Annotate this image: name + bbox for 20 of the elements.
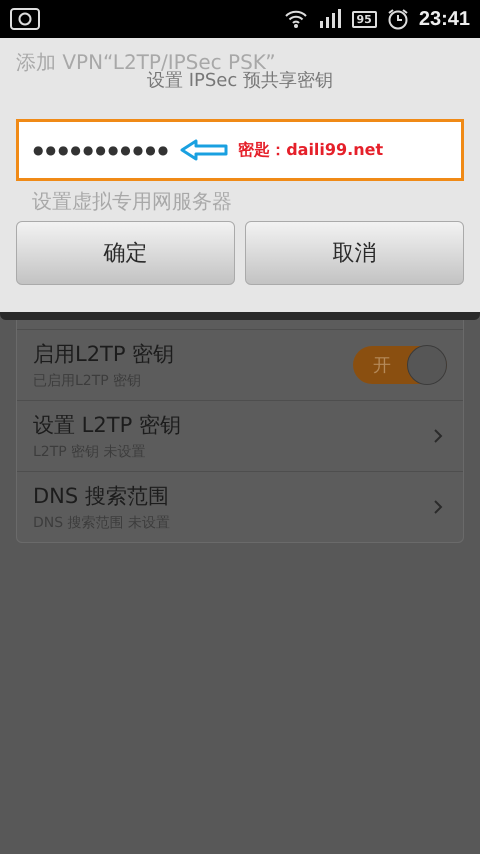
row-title: DNS 搜索范围	[33, 483, 170, 510]
toggle-switch[interactable]: 开	[353, 346, 447, 384]
row-title: 设置 L2TP 密钥	[33, 412, 182, 439]
signal-icon	[318, 9, 342, 29]
password-field[interactable]: ●●●●●●●●●●● 密匙：daili99.net	[16, 119, 464, 181]
row-title: 启用L2TP 密钥	[33, 341, 176, 368]
wifi-icon	[284, 9, 308, 29]
alarm-clock-icon	[386, 8, 409, 30]
chevron-icon	[433, 499, 443, 515]
battery-level: 95	[352, 10, 377, 28]
left-arrow-icon	[180, 139, 228, 161]
annotation-text: 密匙：daili99.net	[238, 140, 384, 160]
clock-time: 23:41	[418, 8, 470, 30]
camera-icon	[10, 8, 40, 30]
background-row-title: 设置虚拟专用网服务器	[32, 188, 232, 214]
chevron-icon	[433, 428, 443, 444]
dialog-button[interactable]: 确定	[16, 221, 235, 285]
background-title: 添加 VPN“L2TP/IPSec PSK”	[16, 52, 276, 72]
dialog-title: 设置 IPSec 预共享密钥	[146, 70, 334, 92]
dialog-button[interactable]: 取消	[245, 221, 464, 285]
